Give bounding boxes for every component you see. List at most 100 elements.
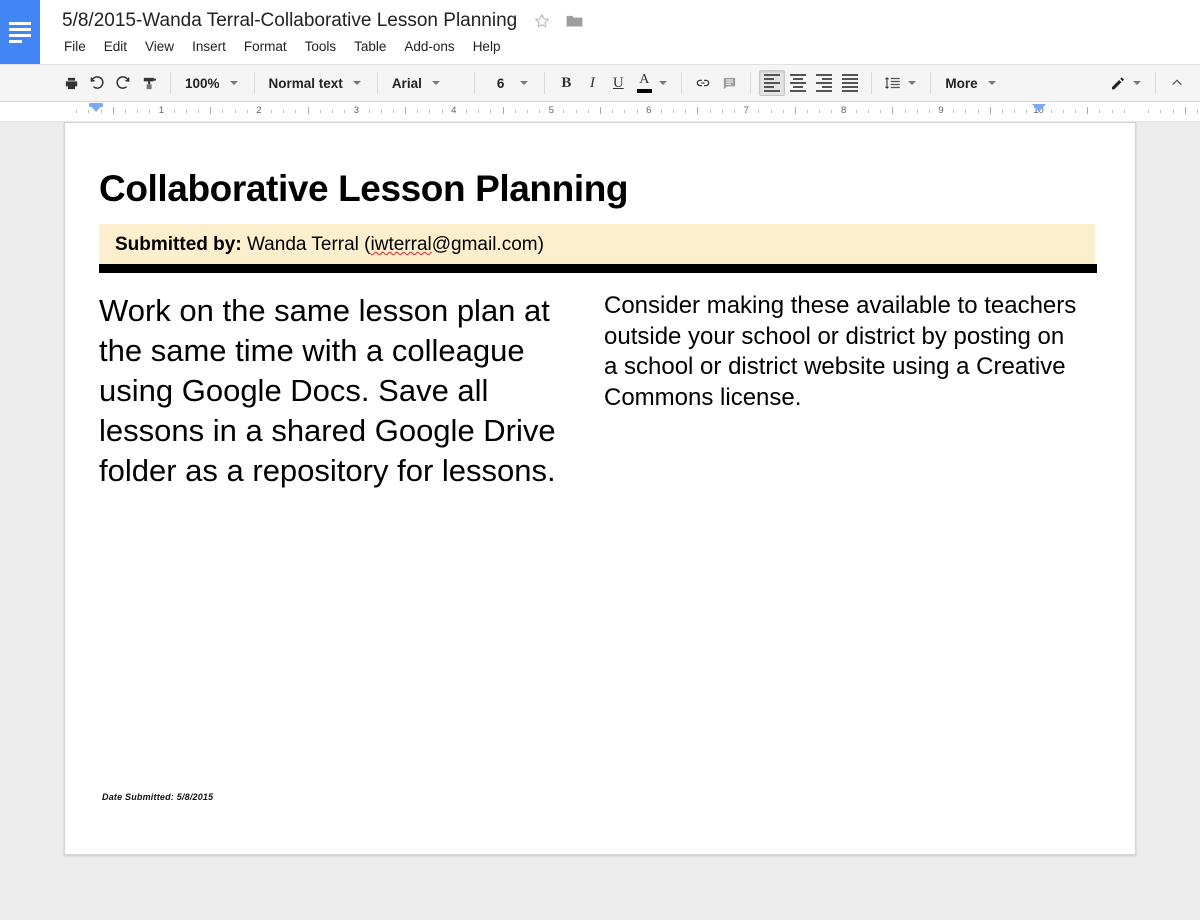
document-canvas[interactable]: Collaborative Lesson Planning Submitted … [0,122,1200,920]
font-family-value: Arial [391,75,422,91]
toolbar-group-text-format: B I U A [553,68,673,98]
ruler-tick [624,110,626,113]
ruler-tick [721,110,723,113]
ruler-number: 4 [451,105,457,116]
print-icon[interactable] [58,70,84,96]
toolbar-group-history [58,68,162,98]
ruler-tick [794,107,796,114]
ruler-tick [392,110,394,113]
ruler-number: 6 [646,105,652,116]
menu-help[interactable]: Help [464,36,510,58]
paint-format-icon[interactable] [136,70,162,96]
ruler-tick [709,110,711,113]
toolbar-group-spacing [880,68,922,98]
left-indent-marker-bar[interactable] [89,103,104,107]
menu-table[interactable]: Table [345,36,395,58]
ruler-tick [344,110,346,113]
ruler-tick [112,107,114,114]
align-left-glyph [764,74,781,92]
ruler-tick [782,110,784,113]
ruler-number: 7 [743,105,749,116]
ruler-tick [1026,110,1028,113]
align-center-icon[interactable] [785,70,811,96]
ruler-tick [770,110,772,113]
toolbar-separator [170,72,171,94]
undo-icon[interactable] [84,70,110,96]
ruler-tick [198,110,199,113]
underline-button[interactable]: U [605,70,631,96]
ruler-tick [989,107,991,114]
folder-icon[interactable] [565,13,584,29]
align-justify-glyph [842,74,859,92]
column-right-text: Consider making these available to teach… [604,292,1077,411]
more-options-button[interactable]: More [939,70,1003,96]
body-columns: Work on the same lesson plan at the same… [99,291,1091,491]
right-indent-marker[interactable] [1031,104,1046,112]
ruler-tick [831,110,833,113]
add-comment-icon[interactable] [716,70,742,96]
ruler-tick [368,110,370,113]
chevron-up-icon[interactable] [1164,70,1190,96]
ruler-number: 9 [938,105,944,116]
chevron-down-icon[interactable] [908,81,917,85]
toolbar-separator [376,72,378,94]
ruler-tick [246,110,248,113]
menu-tools[interactable]: Tools [296,36,346,58]
ruler-tick [429,110,431,113]
star-outline-icon[interactable] [533,12,551,30]
google-docs-logo-icon[interactable] [0,0,40,64]
ruler-tick [466,110,467,113]
ruler-tick [916,110,918,113]
chevron-down-icon[interactable] [659,81,668,85]
chevron-down-icon [229,81,238,85]
ruler-tick [734,110,735,113]
more-label: More [945,75,978,91]
menu-add-ons[interactable]: Add-ons [395,36,463,58]
ruler-tick [234,110,236,113]
bold-button[interactable]: B [553,70,579,96]
column-left: Work on the same lesson plan at the same… [99,291,604,491]
ruler-tick [210,107,212,114]
menu-view[interactable]: View [136,36,183,58]
redo-icon[interactable] [110,70,136,96]
submitted-by-label: Submitted by: [115,234,242,255]
ruler-tick [807,110,809,113]
toolbar-separator [930,72,932,94]
menu-file[interactable]: File [60,36,95,58]
toolbar-group-alignment [759,68,863,98]
ruler-number: 3 [353,105,360,116]
paragraph-style-select[interactable]: Normal text [263,70,369,96]
ruler-tick [1087,107,1089,114]
align-right-icon[interactable] [811,70,837,96]
menu-format[interactable]: Format [235,36,296,58]
ruler-number: 5 [548,105,554,116]
ruler-tick [514,110,516,113]
menu-insert[interactable]: Insert [183,36,235,58]
menu-edit[interactable]: Edit [95,36,136,58]
document-page[interactable]: Collaborative Lesson Planning Submitted … [64,122,1136,855]
link-icon[interactable] [690,70,716,96]
line-spacing-icon[interactable] [880,70,906,96]
chevron-down-icon[interactable] [1133,81,1141,85]
ruler-tick [953,110,955,113]
zoom-value: 100% [185,75,220,91]
ruler-number: 1 [158,105,165,116]
font-family-select[interactable]: Arial [386,70,466,96]
ruler-tick [660,110,662,113]
italic-button[interactable]: I [579,70,605,96]
ruler-tick [271,110,273,113]
document-title[interactable]: 5/8/2015-Wanda Terral-Collaborative Less… [60,8,519,34]
align-justify-icon[interactable] [837,70,863,96]
text-color-button[interactable]: A [631,70,657,96]
ruler-tick [539,110,541,113]
align-left-icon[interactable] [759,70,786,96]
toolbar-group-insert [690,68,742,98]
ruler-tick [405,107,407,114]
pencil-icon[interactable] [1105,70,1131,96]
zoom-select[interactable]: 100% [179,70,246,96]
toolbar-separator [1155,72,1156,94]
font-size-select[interactable]: 6 [483,70,537,96]
ruler[interactable]: 1 2 3 4 5 6 7 8 9 10 [0,102,1200,122]
toolbar-separator [253,72,255,94]
menu-bar: File Edit View Insert Format Tools Table… [60,36,509,58]
